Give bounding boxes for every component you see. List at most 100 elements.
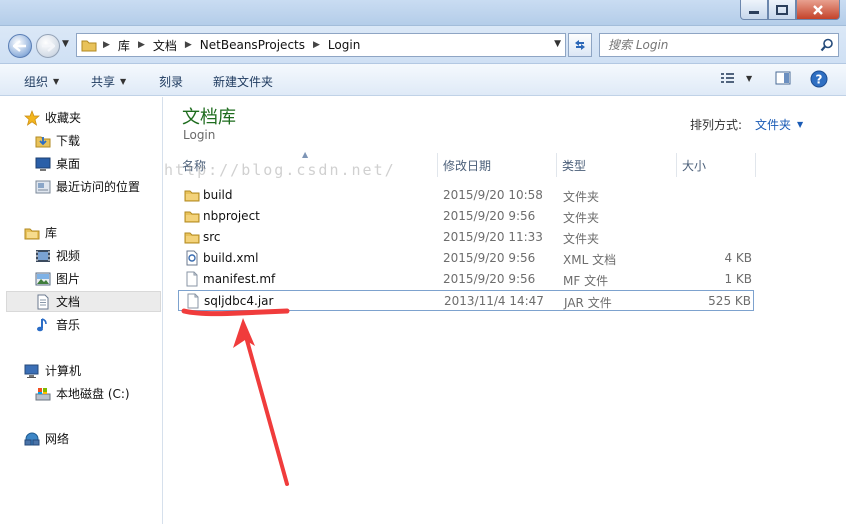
file-row[interactable]: sqljdbc4.jar 2013/11/4 14:47 JAR 文件 525 KB [178, 290, 754, 311]
file-row[interactable]: src 2015/9/20 11:33 文件夹 [178, 227, 754, 248]
burn-label: 刻录 [159, 75, 184, 89]
video-icon [35, 248, 51, 264]
organize-menu[interactable]: 组织 ▼ [24, 73, 59, 90]
column-header-type[interactable]: 类型 [556, 153, 677, 177]
file-name: build.xml [203, 251, 259, 265]
address-row: ▼ ▶ 库 ▶ 文档 ▶ NetBeansProjects ▶ Login ▼ [0, 26, 846, 64]
folder-icon [81, 40, 97, 52]
column-date-label: 修改日期 [443, 158, 492, 173]
file-date: 2015/9/20 9:56 [443, 272, 536, 286]
nav-local-disk[interactable]: 本地磁盘 (C:) [0, 383, 162, 404]
nav-downloads[interactable]: 下载 [0, 130, 162, 151]
address-dropdown-icon[interactable]: ▼ [554, 39, 561, 49]
star-icon [24, 109, 40, 126]
forward-button[interactable] [36, 34, 60, 58]
file-type: JAR 文件 [564, 296, 612, 310]
preview-pane-button[interactable] [775, 71, 791, 85]
nav-documents[interactable]: 文档 [6, 291, 161, 312]
downloads-folder-icon [35, 133, 51, 149]
nav-music[interactable]: 音乐 [0, 314, 162, 335]
chevron-down-icon: ▼ [120, 77, 127, 86]
share-label: 共享 [91, 75, 116, 89]
navigation-pane: 收藏夹 下载 桌面 最近访问的位置 库 视频 图片 文档 音乐 计算机 本地磁盘… [0, 97, 163, 524]
nav-desktop[interactable]: 桌面 [0, 153, 162, 174]
new-folder-label: 新建文件夹 [213, 75, 274, 89]
watermark-text: http://blog.csdn.net/ [164, 161, 396, 179]
column-type-label: 类型 [562, 158, 587, 173]
nav-videos-label: 视频 [56, 249, 81, 263]
folder-icon [184, 229, 200, 245]
file-date: 2013/11/4 14:47 [444, 294, 544, 308]
breadcrumb-item[interactable]: NetBeansProjects [200, 38, 305, 52]
arrange-label: 排列方式: [690, 118, 743, 132]
nav-network-label: 网络 [45, 432, 70, 446]
chevron-right-icon[interactable]: ▶ [138, 40, 145, 50]
view-list-icon [721, 73, 734, 83]
nav-favorites-label: 收藏夹 [45, 111, 82, 125]
search-box[interactable] [599, 33, 839, 57]
chevron-right-icon[interactable]: ▶ [103, 40, 110, 50]
column-header-date[interactable]: 修改日期 [437, 153, 557, 177]
file-row[interactable]: build 2015/9/20 10:58 文件夹 [178, 185, 754, 206]
history-dropdown-icon[interactable]: ▼ [62, 39, 69, 49]
svg-text:?: ? [816, 73, 823, 87]
address-bar[interactable]: ▶ 库 ▶ 文档 ▶ NetBeansProjects ▶ Login ▼ [76, 33, 566, 57]
chevron-right-icon[interactable]: ▶ [313, 40, 320, 50]
file-date: 2015/9/20 10:58 [443, 188, 543, 202]
nav-network[interactable]: 网络 [0, 428, 162, 449]
help-icon: ? [810, 70, 828, 88]
folder-icon [184, 187, 200, 203]
nav-downloads-label: 下载 [56, 134, 81, 148]
nav-pictures[interactable]: 图片 [0, 268, 162, 289]
file-row[interactable]: build.xml 2015/9/20 9:56 XML 文档 4 KB [178, 248, 754, 269]
chevron-right-icon[interactable]: ▶ [185, 40, 192, 50]
view-options-button[interactable]: ▼ [720, 71, 752, 85]
documents-icon [35, 294, 51, 310]
nav-recent[interactable]: 最近访问的位置 [0, 176, 162, 197]
refresh-button[interactable] [568, 33, 592, 57]
file-icon [184, 271, 200, 287]
file-name: nbproject [203, 209, 260, 223]
breadcrumb-item[interactable]: Login [328, 38, 360, 52]
xml-file-icon [184, 250, 200, 266]
close-button[interactable] [796, 0, 840, 20]
maximize-button[interactable] [768, 0, 796, 20]
organize-label: 组织 [24, 75, 49, 89]
nav-videos[interactable]: 视频 [0, 245, 162, 266]
library-subtitle: Login [183, 128, 216, 142]
chevron-down-icon: ▼ [797, 120, 804, 129]
file-type: MF 文件 [563, 274, 609, 288]
search-icon[interactable] [820, 38, 834, 52]
new-folder-button[interactable]: 新建文件夹 [213, 73, 273, 90]
library-title: 文档库 [182, 107, 236, 128]
column-header-size[interactable]: 大小 [676, 153, 756, 177]
network-icon [24, 431, 40, 447]
arrange-by-dropdown[interactable]: 文件夹 ▼ [755, 116, 803, 133]
breadcrumb-item[interactable]: 库 [118, 37, 130, 54]
file-type: XML 文档 [563, 253, 617, 267]
nav-computer-label: 计算机 [45, 364, 82, 378]
file-type: 文件夹 [563, 190, 600, 204]
desktop-icon [35, 156, 51, 172]
nav-libraries[interactable]: 库 [0, 222, 162, 243]
file-row[interactable]: nbproject 2015/9/20 9:56 文件夹 [178, 206, 754, 227]
nav-pictures-label: 图片 [56, 272, 81, 286]
burn-button[interactable]: 刻录 [159, 73, 183, 90]
folder-icon [184, 208, 200, 224]
file-row[interactable]: manifest.mf 2015/9/20 9:56 MF 文件 1 KB [178, 269, 754, 290]
share-menu[interactable]: 共享 ▼ [91, 73, 126, 90]
library-icon [24, 225, 40, 241]
nav-recent-label: 最近访问的位置 [56, 180, 141, 194]
help-button[interactable]: ? [810, 70, 828, 88]
forward-arrow-icon [42, 40, 55, 52]
search-input[interactable] [608, 38, 808, 52]
file-date: 2015/9/20 9:56 [443, 251, 536, 265]
back-button[interactable] [8, 34, 32, 58]
nav-computer[interactable]: 计算机 [0, 360, 162, 381]
breadcrumb-item[interactable]: 文档 [153, 37, 177, 54]
recent-places-icon [35, 179, 51, 195]
arrange-value: 文件夹 [755, 118, 792, 132]
nav-favorites[interactable]: 收藏夹 [0, 107, 162, 128]
file-name: manifest.mf [203, 272, 276, 286]
minimize-button[interactable] [740, 0, 768, 20]
